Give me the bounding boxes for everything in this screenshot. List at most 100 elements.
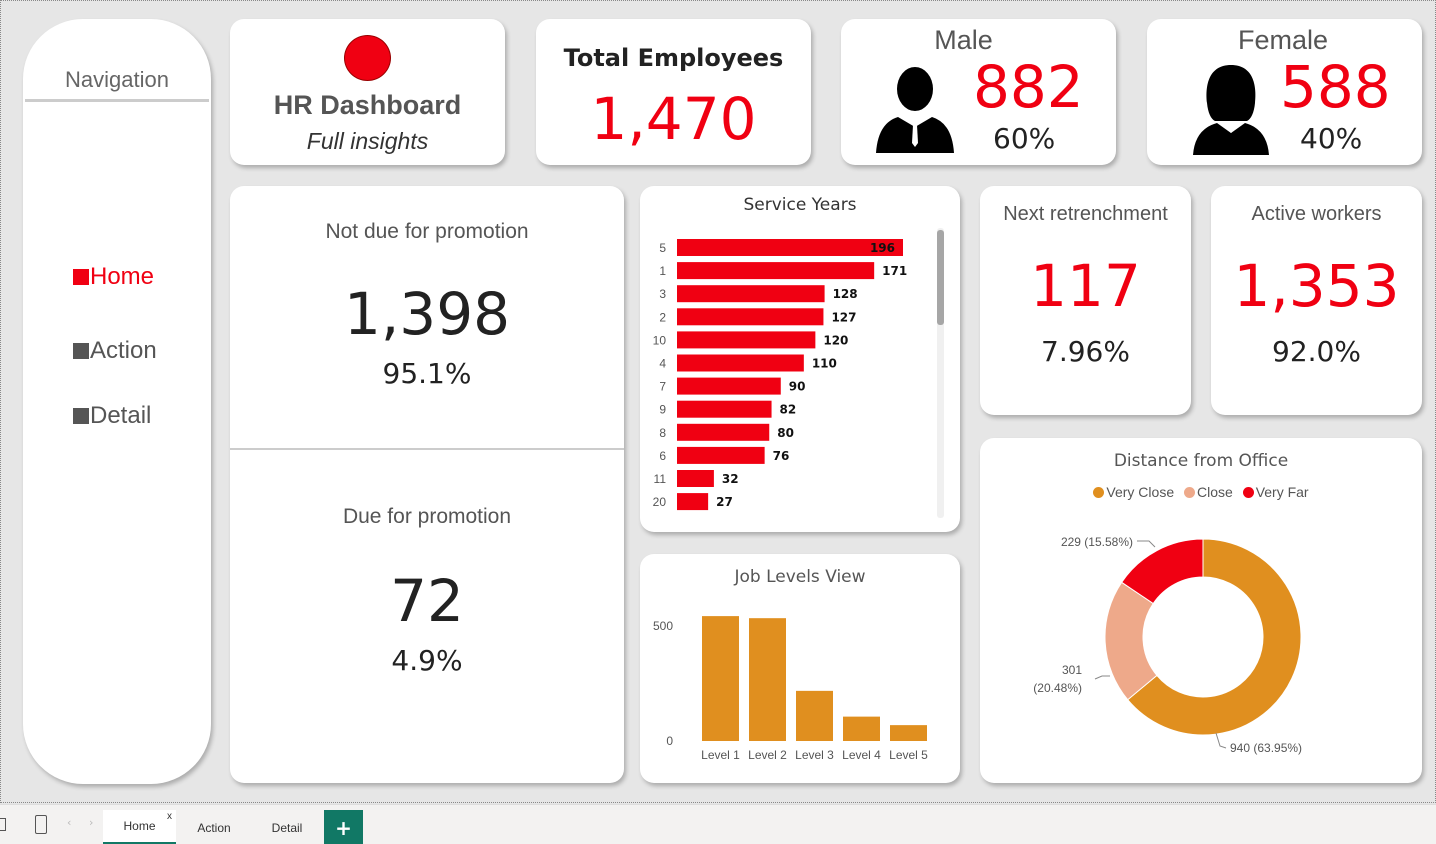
category-label: 10 — [653, 333, 667, 347]
bar — [677, 308, 824, 326]
service-years-card: Service Years 5 196 1 171 3 128 2 127 10 120 4 110 7… — [640, 186, 960, 532]
data-label: 90 — [789, 380, 806, 394]
distance-card: Distance from Office Very Close Close Ve… — [980, 438, 1422, 783]
data-label: 171 — [882, 264, 907, 278]
data-label: 82 — [780, 403, 797, 417]
male-card: Male 882 60% — [841, 19, 1116, 165]
male-title: Male — [934, 25, 993, 55]
scrollbar-thumb[interactable] — [937, 230, 944, 325]
page-title: HR Dashboard — [273, 90, 462, 120]
bar — [677, 285, 825, 303]
category-label: 20 — [653, 495, 667, 509]
nav-item-label: Home — [90, 263, 155, 290]
bar — [677, 400, 772, 418]
nav-item-detail[interactable]: Detail — [73, 402, 151, 430]
not-due-percent: 95.1% — [382, 357, 472, 390]
navigation-panel: Navigation Home Action Detail — [23, 19, 211, 784]
tab-label: Action — [197, 820, 231, 835]
nav-item-home[interactable]: Home — [73, 263, 154, 291]
page-subtitle: Full insights — [306, 128, 429, 154]
page-view-icon[interactable] — [0, 818, 6, 831]
distance-donut-chart: 940 (63.95%) 301 (20.48%) 229 (15.58%) — [1033, 535, 1302, 755]
job-levels-card: Job Levels View 500 0 Level 1 Level 2 Level … — [640, 554, 960, 783]
bar — [677, 446, 765, 464]
data-label: 229 (15.58%) — [1061, 535, 1133, 549]
active-workers-card: Active workers 1,353 92.0% — [1211, 186, 1422, 415]
category-label: 6 — [659, 449, 666, 463]
active-workers-value: 1,353 — [1233, 252, 1400, 320]
y-tick-label: 0 — [666, 734, 673, 748]
female-percent: 40% — [1300, 122, 1363, 155]
category-label: 4 — [659, 357, 666, 371]
bar — [677, 493, 709, 511]
retrenchment-card: Next retrenchment 117 7.96% — [980, 186, 1191, 415]
data-label: 76 — [773, 449, 790, 463]
leader-line — [1137, 540, 1156, 548]
male-value: 882 — [973, 53, 1084, 121]
bar — [677, 262, 875, 280]
bar — [749, 618, 786, 741]
female-value: 588 — [1280, 53, 1391, 121]
data-label: 196 — [870, 241, 895, 255]
data-label: 80 — [777, 426, 794, 440]
nav-item-action[interactable]: Action — [73, 337, 157, 365]
data-label: 120 — [823, 333, 848, 347]
category-label: 9 — [659, 403, 666, 417]
leader-line — [1215, 732, 1227, 749]
male-person-icon — [876, 67, 954, 153]
data-label: 32 — [722, 472, 739, 486]
active-workers-title: Active workers — [1251, 203, 1382, 225]
tab-home[interactable]: Home x — [103, 810, 176, 844]
due-title: Due for promotion — [342, 505, 512, 528]
male-percent: 60% — [993, 122, 1056, 155]
tab-detail[interactable]: Detail — [252, 810, 322, 844]
promotion-card: Not due for promotion 1,398 95.1% Due fo… — [230, 186, 624, 783]
bar — [843, 716, 880, 741]
tab-label: Home — [123, 819, 156, 833]
female-card: Female 588 40% — [1147, 19, 1422, 165]
female-title: Female — [1237, 25, 1329, 55]
job-levels-chart: 500 0 Level 1 Level 2 Level 3 Level 4 Level 5 — [653, 616, 928, 762]
bar — [677, 470, 714, 487]
category-label: 5 — [659, 241, 666, 255]
tab-scroll-left-icon[interactable]: ‹ — [67, 816, 71, 829]
red-circle-icon — [344, 35, 391, 81]
category-label: 7 — [659, 380, 666, 394]
report-canvas: Navigation Home Action Detail HR Dashboa… — [0, 0, 1436, 803]
retrenchment-percent: 7.96% — [1041, 335, 1130, 368]
active-workers-percent: 92.0% — [1272, 335, 1361, 368]
total-employees-value: 1,470 — [590, 85, 757, 153]
tab-scroll-right-icon[interactable]: › — [89, 816, 93, 829]
navigation-divider — [25, 99, 209, 102]
data-label: 110 — [812, 357, 837, 371]
category-label: 11 — [654, 472, 667, 486]
page-tab-bar: ‹ › Home x Action Detail + — [0, 804, 1436, 844]
scrollbar-track[interactable] — [937, 228, 944, 518]
tab-label: Detail — [271, 820, 303, 835]
data-label: (20.48%) — [1033, 681, 1082, 695]
female-person-icon — [1193, 65, 1269, 155]
not-due-value: 1,398 — [343, 280, 511, 348]
mobile-view-icon[interactable] — [35, 815, 47, 834]
category-label: Level 4 — [842, 748, 881, 762]
promotion-divider — [230, 448, 624, 450]
data-label: 301 — [1062, 663, 1082, 677]
category-label: 8 — [659, 426, 666, 440]
data-label: 128 — [833, 287, 858, 301]
add-page-button[interactable]: + — [324, 810, 363, 844]
data-label: 127 — [831, 310, 856, 324]
category-label: 2 — [659, 310, 666, 324]
bar — [677, 331, 816, 349]
navigation-title: Navigation — [65, 67, 169, 92]
square-icon — [73, 269, 89, 285]
bar — [677, 423, 770, 441]
category-label: 1 — [659, 264, 666, 278]
bar — [677, 377, 781, 395]
bar — [890, 725, 927, 741]
category-label: Level 2 — [748, 748, 787, 762]
category-label: Level 3 — [795, 748, 834, 762]
tab-action[interactable]: Action — [178, 810, 250, 844]
retrenchment-value: 117 — [1030, 252, 1141, 320]
y-tick-label: 500 — [653, 619, 673, 633]
tab-close-icon[interactable]: x — [167, 811, 172, 822]
